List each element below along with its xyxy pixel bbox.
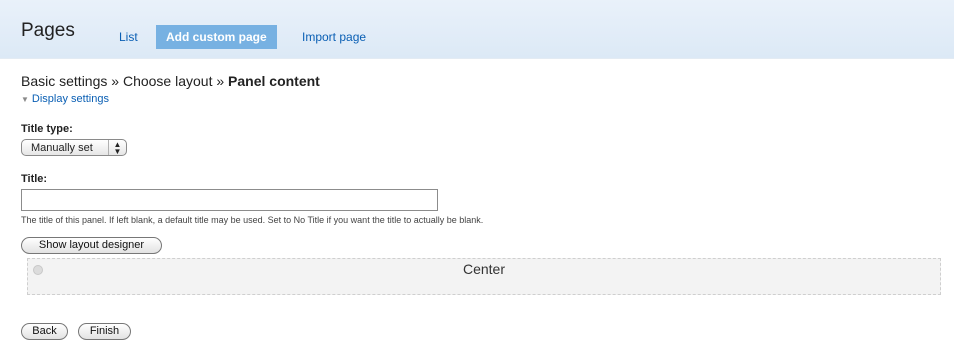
page-title: Pages — [21, 20, 75, 41]
breadcrumb-separator: » — [216, 73, 225, 89]
title-label: Title: — [21, 173, 48, 185]
breadcrumb-step-basic-settings: Basic settings — [21, 73, 108, 89]
finish-button[interactable]: Finish — [78, 323, 131, 340]
display-settings-label: Display settings — [31, 93, 109, 105]
select-arrows-icon: ▲ ▼ — [108, 140, 126, 156]
title-type-label: Title type: — [21, 123, 73, 135]
tab-import-page[interactable]: Import page — [294, 25, 374, 49]
title-description: The title of this panel. If left blank, … — [21, 215, 484, 225]
breadcrumb-separator: » — [111, 73, 120, 89]
page-header: Pages List Add custom page Import page — [0, 0, 954, 59]
breadcrumb: Basic settings » Choose layout » Panel c… — [21, 73, 320, 89]
tab-add-custom-page[interactable]: Add custom page — [156, 25, 277, 49]
title-type-selected-value: Manually set — [31, 142, 93, 154]
breadcrumb-step-choose-layout: Choose layout — [122, 73, 213, 89]
back-button[interactable]: Back — [21, 323, 68, 340]
region-title: Center — [462, 261, 506, 277]
triangle-down-icon: ▼ — [21, 95, 29, 104]
layout-region-center: Center — [27, 258, 941, 295]
breadcrumb-current: Panel content — [228, 73, 320, 89]
title-input[interactable] — [21, 189, 438, 211]
tab-list[interactable]: List — [111, 25, 146, 49]
display-settings-toggle[interactable]: ▼ Display settings — [21, 93, 109, 105]
title-type-select[interactable]: Manually set ▲ ▼ — [21, 139, 127, 156]
show-layout-designer-button[interactable]: Show layout designer — [21, 237, 162, 254]
